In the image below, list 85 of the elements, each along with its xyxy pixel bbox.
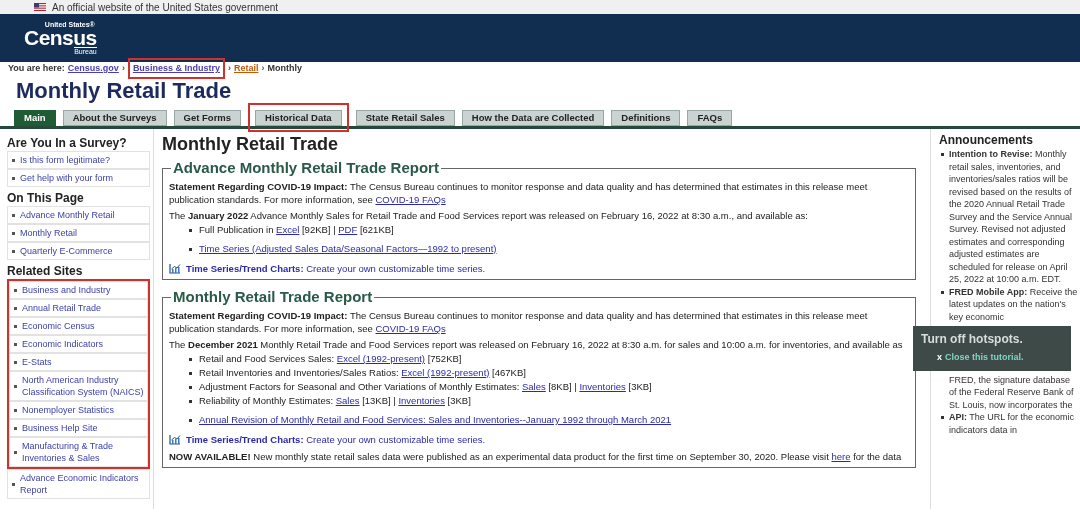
paragraph: Statement Regarding COVID-19 Impact: The Census Bureau continues to monitor response and data quality and has determined that estimates in this release meet publication standards. For more information, see COVID-19 FAQs bbox=[169, 180, 869, 206]
text-link[interactable]: Excel (1992-present) bbox=[336, 353, 425, 364]
breadcrumb-link[interactable]: Census.gov bbox=[67, 61, 119, 76]
bullet-icon bbox=[189, 371, 192, 375]
section-title: Monthly Retail Trade bbox=[162, 133, 340, 155]
bullet-icon bbox=[189, 385, 192, 389]
text-link[interactable]: Excel bbox=[276, 224, 300, 235]
breadcrumb-label: You are here: bbox=[8, 61, 65, 75]
bullet-icon bbox=[14, 324, 17, 328]
paragraph: Statement Regarding COVID-19 Impact: The Census Bureau continues to monitor response and data quality and has determined that estimates in this release meet publication standards. For more information, see COVID-19 FAQs bbox=[169, 309, 869, 335]
list-item-text: Retail and Food Services Sales: Excel (1992-present) [752KB] bbox=[199, 352, 462, 366]
sidebar-heading: Related Sites bbox=[7, 264, 84, 278]
nav-tab[interactable]: Historical Data bbox=[255, 110, 342, 126]
bullet-icon bbox=[14, 360, 17, 364]
announcement-text: Intention to Revise: Monthly retail sales, inventories, and inventories/sales ratios will be revised based on the results of the 2020 Annual Retail Trade Survey and the Service Annual Survey. Revised not adjusted estimates and corresponding adjusted estimates are scheduled for release on April 25, 2022 at 10:00 a.m. EDT. bbox=[949, 148, 1074, 286]
announcement-text: FRED, the signature database of the Federal Reserve Bank of St. Louis, now incorporates the bbox=[948, 373, 1075, 411]
bullet-icon bbox=[12, 213, 15, 217]
trend-charts-text: Time Series/Trend Charts: Create your own customizable time series. bbox=[186, 433, 486, 446]
line-chart-icon bbox=[169, 434, 181, 445]
bullet-icon bbox=[14, 306, 17, 310]
text-link[interactable]: Excel (1992-present) bbox=[401, 367, 490, 378]
bullet-icon bbox=[189, 418, 192, 422]
bullet-icon bbox=[14, 342, 17, 346]
paragraph: The January 2022 Advance Monthly Sales for Retail Trade and Food Services report was released on February 16, 2022 at 8:30 a.m., and available as: bbox=[169, 209, 809, 222]
nav-tab[interactable]: Get Forms bbox=[173, 110, 242, 126]
bullet-icon bbox=[12, 231, 15, 235]
list-item-text: Full Publication in Excel [92KB] | PDF [621KB] bbox=[199, 223, 394, 237]
gov-banner-text: An official website of the United States government bbox=[52, 0, 279, 15]
paragraph: NOW AVAILABLE! New monthly state retail sales data were published as an experimental data product for the first time on September 30, 2020. Please visit here for the data bbox=[169, 450, 903, 463]
breadcrumb-link[interactable]: Retail bbox=[233, 61, 259, 76]
text-link[interactable]: Inventories bbox=[579, 381, 626, 392]
text-link[interactable]: Sales bbox=[335, 395, 360, 406]
overlay-title: Turn off hotspots. bbox=[921, 332, 1024, 347]
paragraph: The December 2021 Monthly Retail Trade and Food Services report was released on February 16, 2022 at 8:30 a.m. for sales and 10:00 a.m. for inventories, and available as bbox=[169, 338, 904, 351]
close-icon[interactable]: x bbox=[937, 351, 942, 365]
breadcrumb-link[interactable]: Business & Industry bbox=[132, 61, 220, 76]
text-link[interactable]: COVID-19 FAQs bbox=[375, 194, 446, 205]
bullet-icon bbox=[189, 357, 192, 361]
sidebar-heading: Announcements bbox=[939, 133, 1034, 147]
line-chart-icon bbox=[169, 263, 181, 274]
bullet-icon bbox=[941, 290, 944, 294]
bullet-icon bbox=[12, 158, 15, 162]
nav-tab[interactable]: About the Surveys bbox=[62, 110, 167, 126]
nav-tab[interactable]: How the Data are Collected bbox=[461, 110, 605, 126]
text-link[interactable]: here bbox=[831, 451, 851, 462]
announcement-text: FRED Mobile App: Receive the latest updates on the nation's key economic bbox=[949, 285, 1079, 323]
sidebar-heading: On This Page bbox=[7, 191, 85, 205]
sidebar-heading: Are You In a Survey? bbox=[7, 136, 128, 150]
bullet-icon bbox=[12, 482, 15, 486]
us-flag-icon bbox=[34, 3, 46, 11]
list-item-text: Reliability of Monthly Estimates: Sales [13KB] | Inventories [3KB] bbox=[199, 394, 471, 408]
bullet-icon bbox=[14, 426, 17, 430]
current-page-label: Monthly bbox=[267, 61, 302, 75]
text-link[interactable]: Sales bbox=[522, 381, 546, 392]
nav-tab[interactable]: Definitions bbox=[611, 110, 681, 126]
nav-tab[interactable]: State Retail Sales bbox=[355, 110, 455, 126]
breadcrumb-separator: › bbox=[261, 61, 265, 75]
list-item-text: Retail Inventories and Inventories/Sales Ratios: Excel (1992-present) [467KB] bbox=[199, 366, 526, 380]
bullet-icon bbox=[941, 153, 944, 156]
bullet-icon bbox=[14, 384, 17, 388]
breadcrumb-separator: › bbox=[121, 61, 125, 75]
bullet-icon bbox=[941, 416, 944, 419]
bullet-icon bbox=[189, 247, 192, 251]
text-link[interactable]: Time Series (Adjusted Sales Data/Seasonal Factors—1992 to present) bbox=[199, 243, 497, 254]
text-link[interactable]: Inventories bbox=[398, 395, 445, 406]
text-link[interactable]: Annual Revision of Monthly Retail and Food Services: Sales and Inventories--January 1992 through March 2021 bbox=[199, 414, 672, 425]
close-tutorial-link[interactable]: Close this tutorial. bbox=[945, 351, 1024, 365]
text-link[interactable]: COVID-19 FAQs bbox=[375, 323, 446, 334]
nav-tab[interactable]: Main bbox=[14, 110, 56, 126]
bullet-icon bbox=[189, 399, 192, 403]
bullet-icon bbox=[12, 176, 15, 180]
report-heading: Monthly Retail Trade Report bbox=[172, 288, 374, 306]
report-heading: Advance Monthly Retail Trade Report bbox=[172, 159, 440, 177]
bullet-icon bbox=[189, 228, 192, 232]
page-title: Monthly Retail Trade bbox=[15, 77, 233, 105]
announcement-text: API: The URL for the economic indicators data in bbox=[949, 411, 1076, 436]
breadcrumb-separator: › bbox=[227, 61, 231, 75]
nav-tab[interactable]: FAQs bbox=[687, 110, 733, 126]
bullet-icon bbox=[14, 408, 17, 412]
bullet-icon bbox=[12, 249, 15, 253]
bullet-icon bbox=[14, 450, 17, 454]
text-link[interactable]: PDF bbox=[338, 224, 358, 235]
bullet-icon bbox=[14, 288, 17, 292]
list-item-text: Adjustment Factors for Seasonal and Other Variations of Monthly Estimates: Sales [8KB] | Inventories [3KB] bbox=[199, 380, 652, 394]
trend-charts-text: Time Series/Trend Charts: Create your own customizable time series. bbox=[186, 262, 486, 275]
